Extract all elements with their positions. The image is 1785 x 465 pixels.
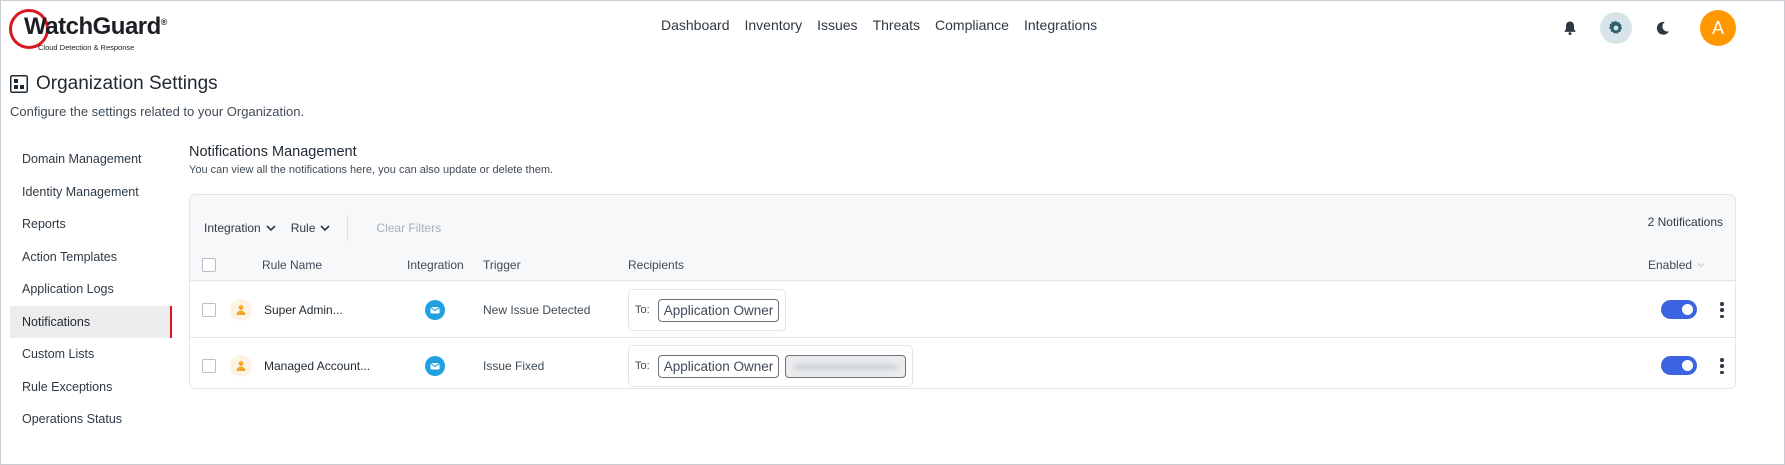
app-window: WatchGuard® Cloud Detection & Response D… [0, 0, 1785, 465]
to-label: To: [635, 360, 650, 372]
nav-integrations[interactable]: Integrations [1024, 17, 1097, 33]
rule-name[interactable]: Super Admin... [264, 303, 343, 317]
theme-toggle-button[interactable] [1646, 12, 1678, 44]
integration-filter-label: Integration [204, 221, 261, 235]
nav-threats[interactable]: Threats [873, 17, 920, 33]
notifications-button[interactable] [1554, 12, 1586, 44]
col-rule-name[interactable]: Rule Name [262, 258, 322, 272]
sort-chevron-icon[interactable] [1696, 260, 1706, 270]
header-actions: A [1554, 10, 1736, 46]
recipients-box[interactable]: To: Application Owner [628, 345, 914, 387]
bell-icon [1564, 21, 1576, 36]
sidebar-item-rule-exceptions[interactable]: Rule Exceptions [10, 371, 172, 404]
nav-compliance[interactable]: Compliance [935, 17, 1009, 33]
row-menu-kebab-icon[interactable] [1717, 299, 1727, 321]
page-title-text: Organization Settings [36, 73, 218, 94]
nav-dashboard[interactable]: Dashboard [661, 17, 730, 33]
sidebar-item-application-logs[interactable]: Application Logs [10, 273, 172, 306]
settings-sidebar: Domain Management Identity Management Re… [10, 143, 172, 436]
to-label: To: [635, 304, 650, 316]
mail-icon [425, 300, 445, 320]
sidebar-item-operations-status[interactable]: Operations Status [10, 403, 172, 436]
organization-settings-icon [10, 75, 28, 93]
mail-icon [425, 356, 445, 376]
select-all-checkbox[interactable] [202, 258, 216, 272]
enabled-toggle[interactable] [1661, 300, 1697, 319]
notifications-count: 2 Notifications [1647, 215, 1723, 229]
sidebar-item-identity-management[interactable]: Identity Management [10, 176, 172, 209]
avatar[interactable]: A [1700, 10, 1736, 46]
logo-tagline: Cloud Detection & Response [38, 43, 135, 52]
chevron-down-icon [266, 225, 276, 232]
rule-filter[interactable]: Rule [291, 221, 332, 235]
settings-button[interactable] [1600, 12, 1632, 44]
rule-filter-label: Rule [290, 221, 316, 235]
page-title: Organization Settings [10, 73, 218, 95]
section-subtitle: You can view all the notifications here,… [189, 164, 554, 176]
chevron-down-icon [320, 225, 330, 232]
clear-filters-button[interactable]: Clear Filters [376, 221, 441, 235]
sidebar-item-custom-lists[interactable]: Custom Lists [10, 338, 172, 371]
page-subtitle: Configure the settings related to your O… [10, 104, 305, 119]
redacted-recipient-chip[interactable] [785, 354, 907, 378]
section-title: Notifications Management [189, 144, 357, 160]
col-integration[interactable]: Integration [407, 258, 464, 272]
filter-bar: Integration Rule Clear Filters [204, 215, 441, 241]
enabled-toggle[interactable] [1661, 356, 1697, 375]
recipient-chip[interactable]: Application Owner [657, 298, 780, 322]
table-row[interactable]: Super Admin... New Issue Detected To: Ap… [190, 282, 1735, 338]
row-checkbox[interactable] [202, 359, 216, 373]
watchguard-logo[interactable]: WatchGuard® Cloud Detection & Response [9, 9, 167, 57]
logo-trademark: ® [160, 17, 168, 27]
sidebar-item-domain-management[interactable]: Domain Management [10, 143, 172, 176]
trigger-text: New Issue Detected [483, 303, 591, 317]
moon-icon [1656, 21, 1669, 35]
recipient-chip[interactable]: Application Owner [657, 354, 780, 378]
table-row[interactable]: Managed Account... Issue Fixed To: Appli… [190, 338, 1735, 388]
table-header: Rule Name Integration Trigger Recipients… [190, 248, 1735, 281]
integration-filter[interactable]: Integration [204, 221, 277, 235]
rule-name[interactable]: Managed Account... [264, 359, 370, 373]
user-icon [230, 355, 252, 377]
nav-inventory[interactable]: Inventory [745, 17, 803, 33]
col-trigger[interactable]: Trigger [483, 258, 521, 272]
user-icon [230, 299, 252, 321]
logo-name: WatchGuard [24, 13, 161, 40]
sidebar-item-action-templates[interactable]: Action Templates [10, 241, 172, 274]
trigger-text: Issue Fixed [483, 359, 545, 373]
sidebar-item-notifications[interactable]: Notifications [10, 305, 172, 338]
row-checkbox[interactable] [202, 303, 216, 317]
row-menu-kebab-icon[interactable] [1717, 355, 1727, 377]
col-recipients[interactable]: Recipients [628, 258, 684, 272]
notifications-table-card: Integration Rule Clear Filters 2 Notific… [189, 194, 1736, 389]
col-enabled[interactable]: Enabled [1648, 258, 1692, 272]
filter-divider [347, 215, 349, 241]
recipients-box[interactable]: To: Application Owner [628, 289, 787, 331]
gear-icon [1609, 20, 1623, 34]
nav-issues[interactable]: Issues [817, 17, 857, 33]
top-nav: Dashboard Inventory Issues Threats Compl… [661, 17, 1097, 33]
sidebar-item-reports[interactable]: Reports [10, 208, 172, 241]
